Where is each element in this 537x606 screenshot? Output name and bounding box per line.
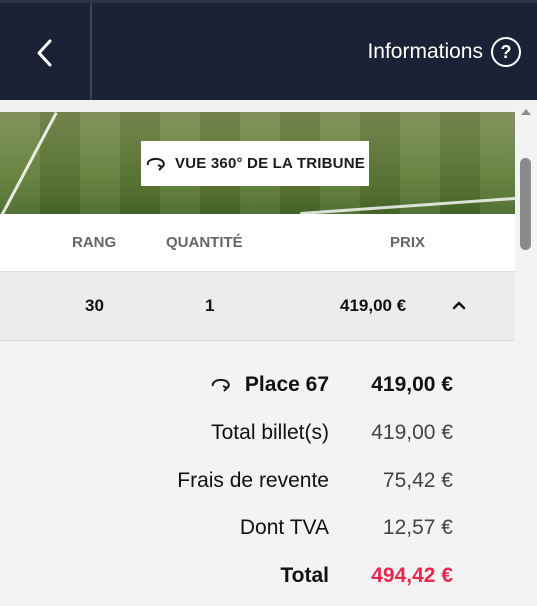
total-value: 494,42 €	[371, 564, 453, 587]
view-360-button[interactable]: VUE 360° DE LA TRIBUNE	[141, 141, 369, 186]
chevron-left-icon	[37, 39, 52, 67]
view-360-label: VUE 360° DE LA TRIBUNE	[175, 155, 365, 172]
price-details: Place 67 419,00 € Total billet(s) 419,00…	[0, 341, 515, 606]
back-button[interactable]	[0, 3, 92, 103]
stadium-image: VUE 360° DE LA TRIBUNE	[0, 112, 515, 214]
total-billets-value: 419,00 €	[371, 421, 453, 444]
scroll-up-arrow-icon[interactable]	[520, 108, 532, 116]
total-label: Total	[280, 564, 329, 587]
informations-link[interactable]: Informations ?	[367, 37, 521, 67]
column-header-prix: PRIX	[390, 234, 426, 251]
scrollbar-thumb[interactable]	[520, 158, 531, 250]
rotate-360-icon	[146, 157, 165, 171]
tva-label: Dont TVA	[239, 516, 329, 539]
row-rang: 30	[85, 296, 104, 315]
frais-value: 75,42 €	[382, 469, 453, 492]
question-circle-icon: ?	[491, 37, 521, 67]
pitch-line	[300, 195, 515, 214]
top-bar: Informations ?	[0, 0, 537, 103]
ticket-panel: VUE 360° DE LA TRIBUNE RANG QUANTITÉ PRI…	[0, 100, 515, 606]
total-billets-label: Total billet(s)	[211, 421, 329, 444]
column-header-rang: RANG	[72, 234, 117, 251]
pitch-line	[0, 112, 58, 214]
row-quantite: 1	[205, 296, 215, 315]
column-header-quantite: QUANTITÉ	[166, 234, 243, 251]
tva-value: 12,57 €	[382, 516, 453, 539]
table-row[interactable]: 30 1 419,00 €	[0, 271, 515, 341]
row-prix: 419,00 €	[340, 296, 407, 315]
chevron-up-icon[interactable]	[452, 300, 466, 310]
place-label: Place 67	[244, 373, 329, 396]
frais-label: Frais de revente	[177, 469, 329, 492]
place-price: 419,00 €	[371, 373, 453, 396]
table-header: RANG QUANTITÉ PRIX	[0, 214, 515, 271]
rotate-360-icon[interactable]	[209, 377, 233, 393]
place-line: Place 67	[209, 373, 329, 397]
informations-label: Informations	[367, 40, 483, 63]
